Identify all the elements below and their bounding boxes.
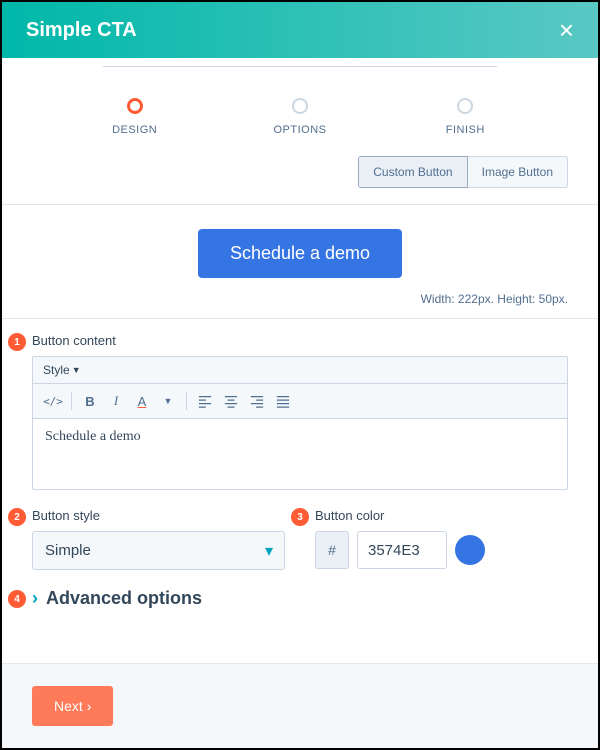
custom-button-tab[interactable]: Custom Button [358,156,467,188]
stepper-line [103,66,300,67]
advanced-options-title: Advanced options [46,588,202,609]
bold-icon[interactable]: B [78,390,102,412]
step-circle-icon [292,98,308,114]
stepper-line [300,66,497,67]
step-label: DESIGN [112,124,157,136]
next-button[interactable]: Next › [32,686,113,726]
button-style-select[interactable] [32,531,285,570]
color-swatch[interactable] [455,535,485,565]
hash-prefix: # [315,531,349,569]
caret-down-icon: ▼ [72,365,81,375]
step-label: OPTIONS [273,124,326,136]
modal-title: Simple CTA [26,19,137,42]
caret-down-icon[interactable]: ▼ [156,390,180,412]
chevron-right-icon: › [87,698,92,714]
align-justify-icon[interactable] [271,390,295,412]
align-right-icon[interactable] [245,390,269,412]
rich-text-editor: Style ▼ </> B I A ▼ Schedule a demo [32,356,568,490]
modal-footer: Next › [2,663,598,748]
button-type-toggle: Custom Button Image Button [2,156,598,204]
button-color-label: Button color [315,508,568,523]
align-left-icon[interactable] [193,390,217,412]
separator [71,392,72,410]
editor-textarea[interactable]: Schedule a demo [33,419,567,489]
editor-style-dropdown[interactable]: Style ▼ [33,357,567,384]
editor-toolbar: </> B I A ▼ [33,384,567,419]
code-icon[interactable]: </> [41,390,65,412]
step-label: FINISH [446,124,485,136]
cta-preview-button[interactable]: Schedule a demo [198,229,402,278]
separator [186,392,187,410]
step-design[interactable]: DESIGN [52,98,217,136]
advanced-options-toggle[interactable]: › Advanced options [32,588,568,609]
style-dropdown-label: Style [43,363,70,377]
stepper: DESIGN OPTIONS FINISH [2,58,598,156]
step-circle-icon [127,98,143,114]
preview-area: Schedule a demo [2,205,598,286]
color-hex-input[interactable] [357,531,447,569]
annotation-badge: 2 [8,508,26,526]
annotation-badge: 1 [8,333,26,351]
text-color-icon[interactable]: A [130,390,154,412]
chevron-right-icon: › [32,588,38,609]
align-center-icon[interactable] [219,390,243,412]
next-button-label: Next [54,698,83,714]
dimensions-label: Width: 222px. Height: 50px. [2,286,598,318]
step-circle-icon [457,98,473,114]
button-content-label: Button content [32,333,568,348]
step-options[interactable]: OPTIONS [217,98,382,136]
button-style-label: Button style [32,508,285,523]
image-button-tab[interactable]: Image Button [468,156,568,188]
italic-icon[interactable]: I [104,390,128,412]
close-icon[interactable]: × [559,15,574,46]
annotation-badge: 4 [8,590,26,608]
step-finish[interactable]: FINISH [383,98,548,136]
modal-header: Simple CTA × [2,2,598,58]
annotation-badge: 3 [291,508,309,526]
